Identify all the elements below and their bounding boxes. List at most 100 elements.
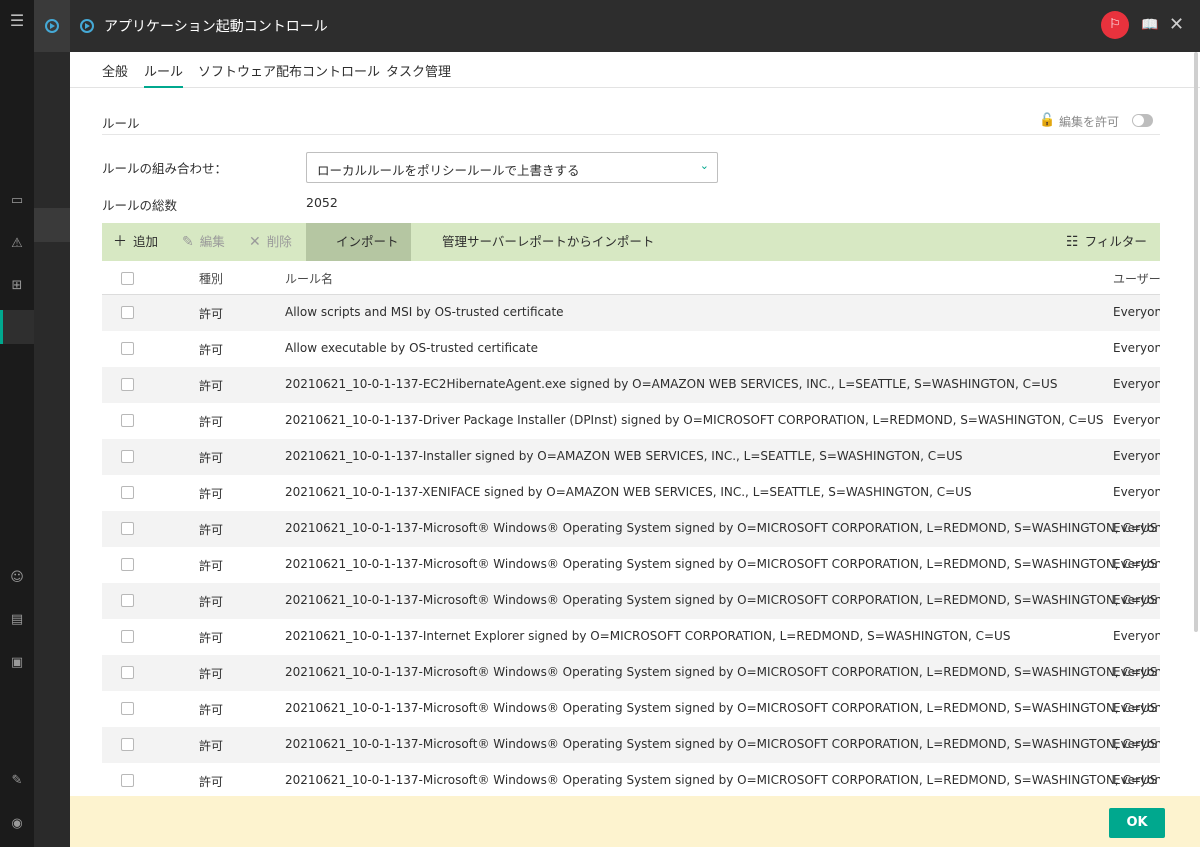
row-type: 許可 (199, 379, 224, 393)
tab-software-distribution[interactable]: ソフトウェア配布コントロール (198, 61, 380, 86)
flag-icon[interactable]: ⚐ (1101, 11, 1129, 39)
row-rule-name: 20210621_10-0-1-137-Internet Explorer si… (285, 629, 1011, 643)
table-row[interactable]: 許可 20210621_10-0-1-137-Installer signed b… (102, 439, 1160, 475)
user-icon[interactable]: ☺ (9, 570, 25, 586)
filter-button[interactable]: ☷ フィルター (1066, 223, 1147, 261)
row-user: Everyone (1113, 449, 1160, 463)
monitor-icon[interactable]: ▭ (9, 193, 25, 209)
column-type[interactable]: 種別 (199, 270, 223, 287)
select-all-checkbox[interactable] (121, 272, 134, 285)
menu-icon[interactable]: ☰ (9, 13, 25, 29)
title-circle-icon (80, 19, 94, 33)
table-row[interactable]: 許可 20210621_10-0-1-137-Microsoft® Windows… (102, 691, 1160, 727)
row-user: Everyone (1113, 593, 1160, 607)
sliders-icon: ☷ (1066, 234, 1079, 250)
table-row[interactable]: 許可 20210621_10-0-1-137-Driver Package Ins… (102, 403, 1160, 439)
back-button[interactable] (34, 0, 70, 52)
row-type: 許可 (199, 451, 224, 465)
row-type: 許可 (199, 415, 224, 429)
table-row[interactable]: 許可 Allow scripts and MSI by OS-trusted ce… (102, 295, 1160, 331)
book-icon[interactable]: 📖 (1141, 17, 1158, 33)
x-icon: ✕ (249, 234, 261, 250)
rule-combination-select[interactable]: ローカルルールをポリシールールで上書きする ⌄ (306, 152, 718, 183)
secondary-rail-selected (34, 208, 70, 242)
row-user: Everyone (1113, 521, 1160, 535)
row-type: 許可 (199, 487, 224, 501)
tab-bar: 全般 ルール ソフトウェア配布コントロール タスク管理 (70, 52, 1200, 88)
table-row[interactable]: 許可 Allow executable by OS-trusted certifi… (102, 331, 1160, 367)
total-rules-value: 2052 (306, 195, 338, 210)
row-rule-name: 20210621_10-0-1-137-EC2HibernateAgent.ex… (285, 377, 1058, 391)
table-row[interactable]: 許可 20210621_10-0-1-137-Internet Explorer … (102, 619, 1160, 655)
edit-button[interactable]: ✎ 編集 (182, 223, 225, 261)
column-rule-name[interactable]: ルール名 (285, 270, 333, 287)
row-checkbox[interactable] (121, 522, 134, 535)
lock-icon: 🔓 (1039, 113, 1056, 128)
row-type: 許可 (199, 523, 224, 537)
row-checkbox[interactable] (121, 774, 134, 787)
account-icon[interactable]: ◉ (9, 816, 25, 832)
row-checkbox[interactable] (121, 630, 134, 643)
filter-label: フィルター (1084, 234, 1147, 249)
table-row[interactable]: 許可 20210621_10-0-1-137-Microsoft® Windows… (102, 727, 1160, 763)
row-checkbox[interactable] (121, 594, 134, 607)
row-user: Everyone (1113, 413, 1160, 427)
row-rule-name: 20210621_10-0-1-137-Installer signed by … (285, 449, 963, 463)
tab-task-management[interactable]: タスク管理 (386, 61, 451, 86)
row-checkbox[interactable] (121, 342, 134, 355)
allow-edit-toggle[interactable] (1132, 114, 1153, 127)
row-user: Everyone (1113, 305, 1160, 319)
row-user: Everyone (1113, 665, 1160, 679)
left-nav-rail: ☰ ▭ ⚠ ⊞ ☺ ▤ ▣ ✎ ◉ (0, 0, 34, 847)
section-divider (102, 134, 1160, 135)
table-row[interactable]: 許可 20210621_10-0-1-137-Microsoft® Windows… (102, 511, 1160, 547)
tab-general[interactable]: 全般 (102, 61, 128, 86)
rules-table: 種別 ルール名 ユーザー 許可 Allow scripts and MSI by … (102, 261, 1160, 816)
row-checkbox[interactable] (121, 306, 134, 319)
table-row[interactable]: 許可 20210621_10-0-1-137-Microsoft® Windows… (102, 583, 1160, 619)
row-rule-name: 20210621_10-0-1-137-Driver Package Insta… (285, 413, 1104, 427)
row-rule-name: 20210621_10-0-1-137-Microsoft® Windows® … (285, 737, 1158, 751)
table-row[interactable]: 許可 20210621_10-0-1-137-XENIFACE signed by… (102, 475, 1160, 511)
table-row[interactable]: 許可 20210621_10-0-1-137-Microsoft® Windows… (102, 655, 1160, 691)
footer-bar: OK (70, 796, 1200, 847)
row-checkbox[interactable] (121, 378, 134, 391)
rule-combination-value: ローカルルールをポリシールールで上書きする (317, 163, 580, 178)
ok-button[interactable]: OK (1109, 808, 1165, 838)
warning-icon[interactable]: ⚠ (9, 236, 25, 252)
scrollbar[interactable] (1194, 52, 1198, 632)
row-user: Everyone (1113, 773, 1160, 787)
allow-edit-label: 編集を許可 (1059, 115, 1120, 129)
report-icon[interactable]: ▤ (9, 612, 25, 628)
tab-rules[interactable]: ルール (144, 61, 184, 88)
row-user: Everyone (1113, 377, 1160, 391)
row-checkbox[interactable] (121, 558, 134, 571)
row-checkbox[interactable] (121, 486, 134, 499)
main-panel: 全般 ルール ソフトウェア配布コントロール タスク管理 ルール 🔓 編集を許可 … (70, 52, 1200, 847)
row-user: Everyone (1113, 557, 1160, 571)
row-checkbox[interactable] (121, 450, 134, 463)
import-button[interactable]: インポート (306, 223, 411, 261)
tree-icon[interactable]: ⊞ (9, 278, 25, 294)
rail-active-indicator (0, 310, 3, 344)
table-row[interactable]: 許可 20210621_10-0-1-137-Microsoft® Windows… (102, 763, 1160, 799)
row-checkbox[interactable] (121, 414, 134, 427)
table-row[interactable]: 許可 20210621_10-0-1-137-EC2HibernateAgent.… (102, 367, 1160, 403)
devices-icon[interactable]: ▣ (9, 655, 25, 671)
close-icon[interactable]: ✕ (1169, 14, 1184, 35)
row-type: 許可 (199, 703, 224, 717)
chevron-down-icon: ⌄ (699, 159, 709, 172)
import-from-report-button[interactable]: 管理サーバーレポートからインポート (442, 223, 654, 261)
column-user[interactable]: ユーザー (1113, 270, 1160, 287)
delete-button[interactable]: ✕ 削除 (249, 223, 292, 261)
rule-combination-label: ルールの組み合わせ： (102, 161, 228, 176)
row-type: 許可 (199, 343, 224, 357)
add-button[interactable]: ＋ 追加 (113, 223, 158, 261)
row-checkbox[interactable] (121, 702, 134, 715)
rules-toolbar: ＋ 追加 ✎ 編集 ✕ 削除 インポート 管理サーバーレポートからインポート ☷ フィル… (102, 223, 1160, 261)
row-checkbox[interactable] (121, 738, 134, 751)
table-row[interactable]: 許可 20210621_10-0-1-137-Microsoft® Windows… (102, 547, 1160, 583)
row-type: 許可 (199, 559, 224, 573)
wrench-icon[interactable]: ✎ (9, 773, 25, 789)
row-checkbox[interactable] (121, 666, 134, 679)
